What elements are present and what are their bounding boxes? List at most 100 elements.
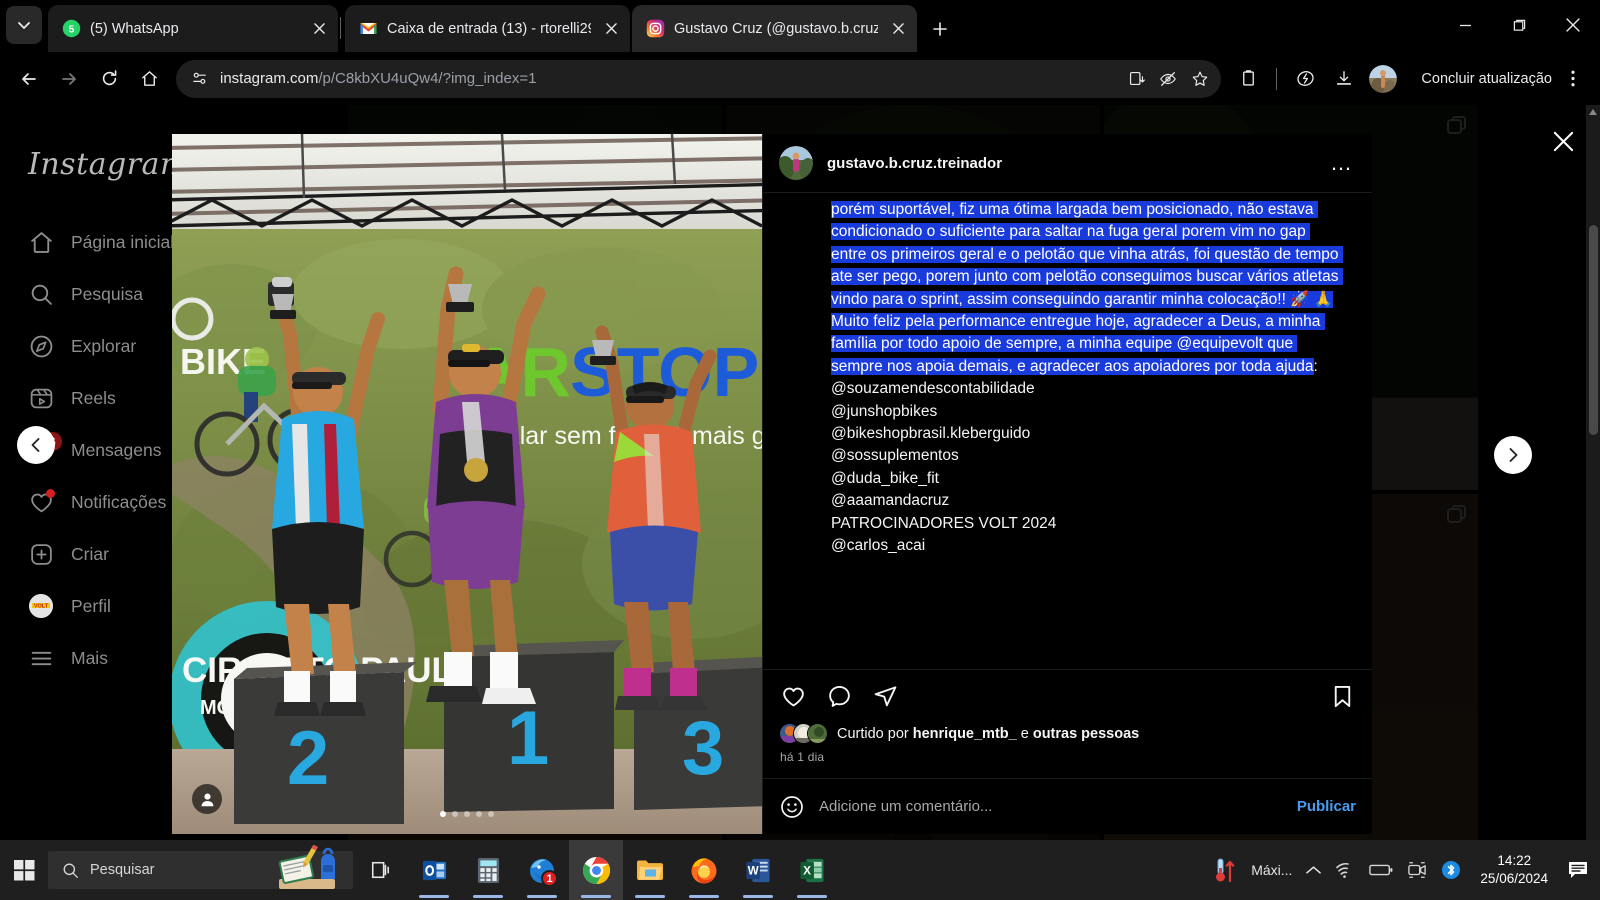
liked-by-username[interactable]: henrique_mtb_ xyxy=(913,726,1017,742)
sidebar-item-label: Explorar xyxy=(71,335,137,356)
reload-button[interactable] xyxy=(90,60,128,98)
post-options-button[interactable]: … xyxy=(1326,148,1356,178)
like-button[interactable] xyxy=(779,683,807,711)
close-modal-button[interactable] xyxy=(1546,124,1580,158)
window-maximize-button[interactable] xyxy=(1492,0,1546,50)
tagged-people-icon[interactable] xyxy=(192,784,222,814)
home-button[interactable] xyxy=(130,60,168,98)
weather-label-container[interactable]: Máxi... xyxy=(1244,840,1299,900)
carousel-dot[interactable] xyxy=(452,811,458,817)
tab-title: Caixa de entrada (13) - rtorelli29 xyxy=(387,20,591,37)
liked-by-prefix: Curtido por xyxy=(837,725,909,742)
wifi-icon[interactable] xyxy=(1328,840,1362,900)
post-caption-area[interactable]: porém suportável, fiz uma ótima largada … xyxy=(763,193,1372,669)
forward-button[interactable] xyxy=(50,60,88,98)
author-username[interactable]: gustavo.b.cruz.treinador xyxy=(827,155,1312,172)
share-button[interactable] xyxy=(871,683,899,711)
taskbar-active-underline xyxy=(527,895,557,898)
calculator-icon[interactable] xyxy=(461,840,515,900)
back-button[interactable] xyxy=(10,60,48,98)
thunderbird-icon[interactable]: 1 xyxy=(515,840,569,900)
start-button[interactable] xyxy=(0,840,48,900)
windows-taskbar: Pesquisar 1 W X Máxi... 14:22 25/06/2024 xyxy=(0,840,1600,900)
tab-close-button[interactable] xyxy=(308,18,330,40)
taskbar-search[interactable]: Pesquisar xyxy=(48,844,353,889)
install-app-icon[interactable] xyxy=(1121,64,1151,94)
site-settings-icon[interactable] xyxy=(186,65,214,93)
excel-icon[interactable]: X xyxy=(785,840,839,900)
firefox-icon[interactable] xyxy=(677,840,731,900)
tab-close-button[interactable] xyxy=(600,18,622,40)
window-controls xyxy=(1438,0,1600,50)
taskbar-search-placeholder: Pesquisar xyxy=(90,862,155,878)
battery-icon[interactable] xyxy=(1362,840,1400,900)
taskbar-clock[interactable]: 14:22 25/06/2024 xyxy=(1468,852,1560,888)
profile-avatar[interactable] xyxy=(1369,64,1398,93)
word-icon[interactable]: W xyxy=(731,840,785,900)
sidebar-item-label: Pesquisa xyxy=(71,283,143,304)
post-header: gustavo.b.cruz.treinador … xyxy=(763,134,1372,193)
tab-whatsapp[interactable]: 5 (5) WhatsApp xyxy=(48,5,338,52)
author-avatar[interactable] xyxy=(779,146,813,180)
carousel-prev-button[interactable] xyxy=(17,426,55,464)
taskbar-active-underline xyxy=(419,895,449,898)
sidebar-item-label: Página inicial xyxy=(71,231,175,252)
post-media[interactable]: BIKE AR STOP edalar sem furos é mais gos… xyxy=(172,134,762,834)
carousel-dot[interactable] xyxy=(488,811,494,817)
liked-by-row: Curtido por henrique_mtb_ e outras pesso… xyxy=(779,723,1356,744)
show-hidden-icons-button[interactable] xyxy=(1299,840,1328,900)
comment-button[interactable] xyxy=(825,683,853,711)
finish-update-button[interactable]: Concluir atualização xyxy=(1407,61,1590,96)
comment-input[interactable] xyxy=(819,798,1283,815)
publish-comment-button[interactable]: Publicar xyxy=(1297,798,1356,815)
heart-icon xyxy=(28,489,55,515)
weather-widget[interactable] xyxy=(1208,840,1244,900)
bluetooth-icon[interactable] xyxy=(1434,840,1468,900)
outlook-icon[interactable] xyxy=(407,840,461,900)
post-caption: porém suportável, fiz uma ótima largada … xyxy=(831,199,1343,558)
carousel-dots xyxy=(440,811,494,817)
page-scrollbar[interactable] xyxy=(1586,105,1600,840)
new-tab-button[interactable] xyxy=(925,14,955,44)
save-button[interactable] xyxy=(1328,683,1356,711)
hamburger-icon xyxy=(28,645,54,671)
camera-icon[interactable] xyxy=(1400,840,1434,900)
performance-icon[interactable] xyxy=(1286,60,1324,98)
emoji-icon[interactable] xyxy=(779,794,805,820)
thermometer-icon xyxy=(1216,858,1235,883)
carousel-next-button[interactable] xyxy=(1494,436,1532,474)
sidebar-item-label: Mais xyxy=(71,647,108,668)
eye-slash-icon[interactable] xyxy=(1153,64,1183,94)
carousel-dot[interactable] xyxy=(440,811,446,817)
chrome-icon[interactable] xyxy=(569,840,623,900)
url-path: /p/C8kbXU4uQw4/?img_index=1 xyxy=(318,70,537,87)
task-view-icon[interactable] xyxy=(353,840,407,900)
taskbar-active-underline xyxy=(689,895,719,898)
address-bar[interactable]: instagram.com/p/C8kbXU4uQw4/?img_index=1 xyxy=(176,59,1222,98)
scroll-up-arrow[interactable] xyxy=(1586,105,1600,119)
carousel-dot[interactable] xyxy=(476,811,482,817)
profile-avatar-icon: VOLT xyxy=(28,593,54,619)
tab-instagram[interactable]: Gustavo Cruz (@gustavo.b.cruz. xyxy=(632,5,917,52)
window-close-button[interactable] xyxy=(1546,0,1600,50)
downloads-icon[interactable] xyxy=(1325,60,1363,98)
scrollbar-thumb[interactable] xyxy=(1589,225,1598,435)
tab-gmail[interactable]: Caixa de entrada (13) - rtorelli29 xyxy=(345,5,630,52)
browser-toolbar: instagram.com/p/C8kbXU4uQw4/?img_index=1 xyxy=(0,52,1600,105)
carousel-dot[interactable] xyxy=(464,811,470,817)
whatsapp-icon: 5 xyxy=(62,19,81,38)
taskbar-active-underline xyxy=(635,895,665,898)
notification-center-icon[interactable] xyxy=(1560,840,1596,900)
tab-search-dropdown-button[interactable] xyxy=(6,6,42,44)
search-icon xyxy=(63,863,78,878)
extensions-icon[interactable] xyxy=(1229,60,1267,98)
sidebar-item-label: Mensagens xyxy=(71,439,162,460)
reels-icon xyxy=(28,385,54,411)
chrome-menu-button[interactable] xyxy=(1560,64,1586,94)
home-icon xyxy=(28,229,54,255)
liked-by-others[interactable]: outras pessoas xyxy=(1033,726,1139,742)
file-explorer-icon[interactable] xyxy=(623,840,677,900)
bookmark-star-icon[interactable] xyxy=(1185,64,1215,94)
tab-close-button[interactable] xyxy=(887,18,909,40)
window-minimize-button[interactable] xyxy=(1438,0,1492,50)
